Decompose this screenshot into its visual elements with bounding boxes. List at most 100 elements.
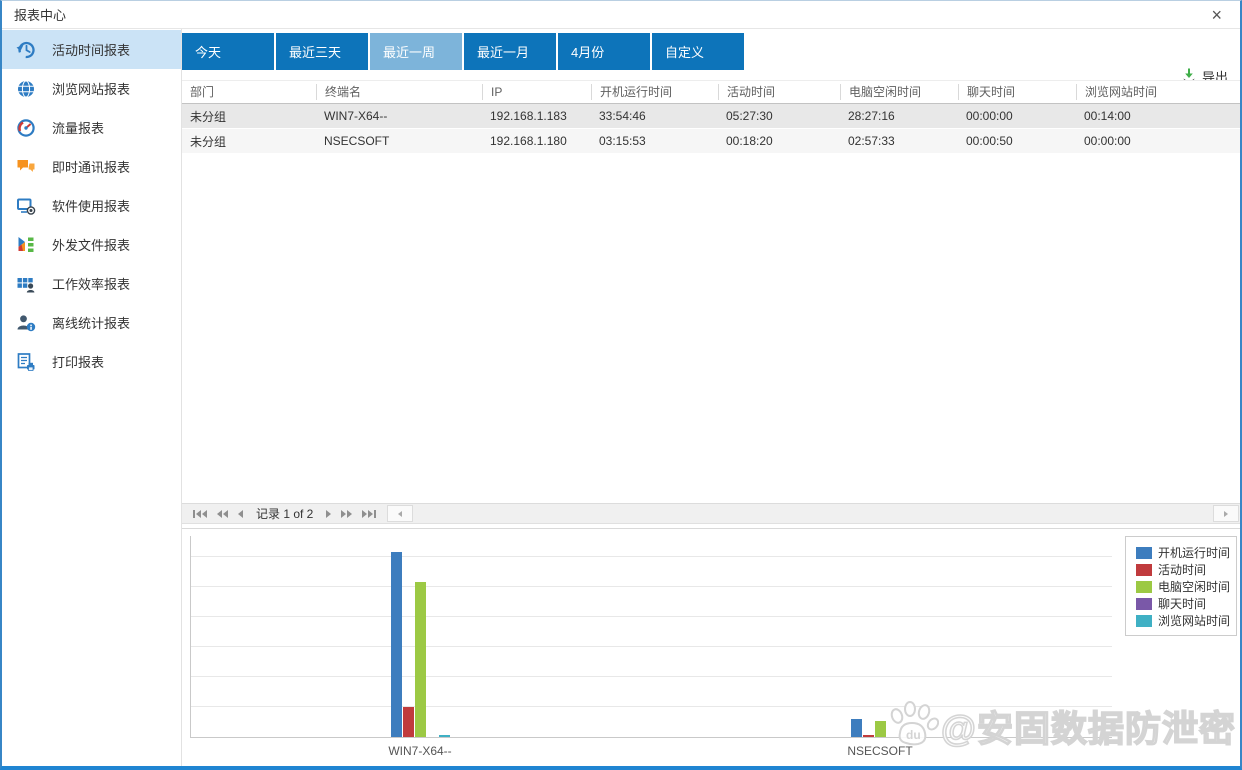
sidebar-item-label: 打印报表 [52,352,104,371]
bar-活动时间 [863,735,874,737]
legend-swatch [1136,598,1152,610]
chart-panel: WIN7-X64-- NSECSOFT 开机运行时间活动时间电脑空闲时间聊天时间浏… [182,528,1240,766]
legend-swatch [1136,581,1152,593]
tab-5[interactable]: 4月份 [558,33,650,70]
bar-开机运行时间 [391,552,402,737]
sidebar-item-label: 软件使用报表 [52,196,130,215]
efficiency-icon [16,274,36,294]
sidebar-item-9[interactable]: 打印报表 [2,342,181,381]
column-header[interactable]: 聊天时间 [958,84,1076,100]
table-cell: 28:27:16 [840,109,958,123]
chat-icon [16,157,36,177]
table-header: 部门终端名IP开机运行时间活动时间电脑空闲时间聊天时间浏览网站时间 [182,80,1240,104]
fast-prev-button[interactable] [212,510,233,518]
globe-icon [16,79,36,99]
x-axis-label: NSECSOFT [800,744,960,758]
table-cell: 05:27:30 [718,109,840,123]
sidebar-item-7[interactable]: 工作效率报表 [2,264,181,303]
table-cell: 00:00:00 [1076,134,1240,148]
legend-item: 聊天时间 [1136,595,1236,612]
table-cell: 未分组 [182,133,316,150]
column-header[interactable]: 活动时间 [718,84,840,100]
scroll-left-icon[interactable] [387,505,413,522]
report-table: 部门终端名IP开机运行时间活动时间电脑空闲时间聊天时间浏览网站时间 未分组WIN… [182,80,1240,154]
bar-电脑空闲时间 [875,721,886,737]
sidebar: 活动时间报表浏览网站报表流量报表即时通讯报表软件使用报表外发文件报表工作效率报表… [2,29,182,766]
bar-活动时间 [403,707,414,737]
table-row[interactable]: 未分组WIN7-X64--192.168.1.18333:54:4605:27:… [182,104,1240,129]
sidebar-item-label: 即时通讯报表 [52,157,130,176]
sidebar-item-4[interactable]: 即时通讯报表 [2,147,181,186]
column-header[interactable]: 部门 [182,84,316,100]
legend-label: 电脑空闲时间 [1158,578,1230,595]
column-header[interactable]: 开机运行时间 [591,84,718,100]
legend-swatch [1136,547,1152,559]
offline-stats-icon [16,313,36,333]
legend-label: 活动时间 [1158,561,1206,578]
sidebar-item-2[interactable]: 浏览网站报表 [2,69,181,108]
table-cell: WIN7-X64-- [316,109,482,123]
main-panel: 今天最近三天最近一周最近一月4月份自定义 导出 部门终端名IP开机运行时间活动时… [182,29,1240,766]
next-page-button[interactable] [321,510,336,518]
legend-swatch [1136,564,1152,576]
legend-item: 浏览网站时间 [1136,612,1236,629]
gauge-icon [16,118,36,138]
bar-开机运行时间 [851,719,862,737]
tab-3[interactable]: 最近一周 [370,33,462,70]
close-icon[interactable]: × [1205,6,1228,24]
sidebar-item-3[interactable]: 流量报表 [2,108,181,147]
sidebar-item-5[interactable]: 软件使用报表 [2,186,181,225]
table-cell: 00:14:00 [1076,109,1240,123]
bar-group-WIN7-X64-- [391,536,451,737]
tab-4[interactable]: 最近一月 [464,33,556,70]
legend-swatch [1136,615,1152,627]
legend-label: 浏览网站时间 [1158,612,1230,629]
tab-2[interactable]: 最近三天 [276,33,368,70]
fast-next-button[interactable] [336,510,357,518]
bar-电脑空闲时间 [415,582,426,737]
column-header[interactable]: IP [482,84,591,100]
table-row[interactable]: 未分组NSECSOFT192.168.1.18003:15:5300:18:20… [182,129,1240,154]
column-header[interactable]: 浏览网站时间 [1076,84,1240,100]
sidebar-item-label: 外发文件报表 [52,235,130,254]
prev-page-button[interactable] [233,510,248,518]
sidebar-item-label: 工作效率报表 [52,274,130,293]
x-axis-label: WIN7-X64-- [340,744,500,758]
last-page-button[interactable] [357,510,381,518]
sidebar-item-label: 浏览网站报表 [52,79,130,98]
sidebar-item-6[interactable]: 外发文件报表 [2,225,181,264]
legend-label: 开机运行时间 [1158,544,1230,561]
horizontal-scrollbar[interactable] [387,505,1239,522]
titlebar: 报表中心 × [2,1,1240,29]
table-cell: 03:15:53 [591,134,718,148]
date-range-tabs: 今天最近三天最近一周最近一月4月份自定义 [182,33,744,70]
table-body: 未分组WIN7-X64--192.168.1.18333:54:4605:27:… [182,104,1240,154]
pager-bar: 记录 1 of 2 [182,503,1240,524]
legend-item: 开机运行时间 [1136,544,1236,561]
sidebar-item-1[interactable]: 活动时间报表 [2,30,181,69]
table-cell: 00:00:50 [958,134,1076,148]
tab-1[interactable]: 今天 [182,33,274,70]
chart-legend: 开机运行时间活动时间电脑空闲时间聊天时间浏览网站时间 [1125,536,1237,636]
legend-item: 电脑空闲时间 [1136,578,1236,595]
software-usage-icon [16,196,36,216]
gridline [191,706,1112,707]
gridline [191,556,1112,557]
record-count-label: 记录 1 of 2 [248,505,321,522]
table-cell: 00:18:20 [718,134,840,148]
table-cell: 00:00:00 [958,109,1076,123]
scroll-right-icon[interactable] [1213,505,1239,522]
print-icon [16,352,36,372]
column-header[interactable]: 终端名 [316,84,482,100]
column-header[interactable]: 电脑空闲时间 [840,84,958,100]
legend-item: 活动时间 [1136,561,1236,578]
tab-6[interactable]: 自定义 [652,33,744,70]
table-cell: 192.168.1.180 [482,134,591,148]
history-icon [16,40,36,60]
first-page-button[interactable] [188,510,212,518]
sidebar-item-8[interactable]: 离线统计报表 [2,303,181,342]
window-content: 活动时间报表浏览网站报表流量报表即时通讯报表软件使用报表外发文件报表工作效率报表… [2,29,1240,766]
table-cell: 未分组 [182,108,316,125]
gridline [191,616,1112,617]
bar-chart-plot [190,536,1112,738]
